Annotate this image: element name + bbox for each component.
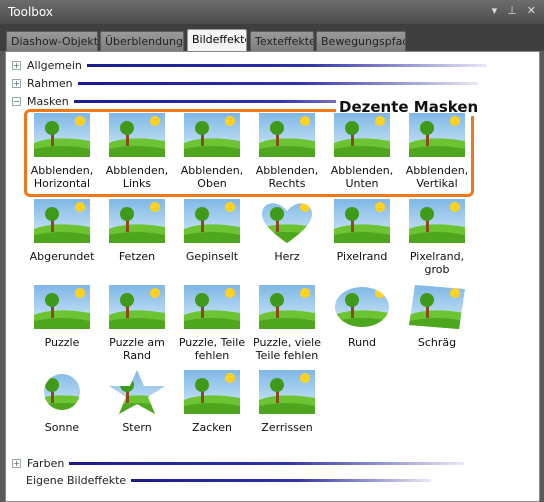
section-label: Eigene Bildeffekte [26,473,127,487]
brushed-thumb [184,199,240,243]
dropdown-icon[interactable]: ▾ [492,4,498,17]
tab-bildeffekte[interactable]: Bildeffekte [187,29,247,51]
tab-ueberblendungen[interactable]: Überblendungen [100,31,184,51]
mask-label: Stern [122,421,152,434]
mask-item[interactable]: Gepinselt [174,199,250,263]
mask-label: Puzzle [44,336,80,349]
mask-item[interactable]: Abblenden, Unten [324,113,400,190]
mask-label: Abblenden, Vertikal [405,164,469,190]
tab-bewegungspfade[interactable]: Bewegungspfade [316,31,406,51]
mask-item[interactable]: Puzzle, Teile fehlen [174,285,250,362]
mask-label: Rund [347,336,377,349]
shreds-thumb [109,199,165,243]
slanted-thumb [409,285,465,329]
mask-item[interactable]: Puzzle [24,285,100,349]
fade-horizontal-thumb [34,113,90,157]
mask-item[interactable]: Puzzle am Rand [99,285,175,362]
close-icon[interactable]: ✕ [527,4,536,17]
fade-right-thumb [259,113,315,157]
mask-label: Abblenden, Links [105,164,169,190]
tab-diashow-objekte[interactable]: Diashow-Objekte [6,31,98,51]
tab-strip: Diashow-Objekte Überblendungen Bildeffek… [0,24,544,51]
fade-top-thumb [184,113,240,157]
mask-item[interactable]: Schräg [399,285,475,349]
star-thumb [109,370,165,414]
pixel-edge-coarse-thumb [409,199,465,243]
window-controls: ▾ ⊥ ✕ [492,4,536,17]
mask-item[interactable]: Puzzle, viele Teile fehlen [249,285,325,362]
heart-thumb [262,203,312,243]
mask-label: Abblenden, Rechts [255,164,319,190]
toolbox-titlebar: Toolbox ▾ ⊥ ✕ [0,0,544,24]
round-thumb [335,287,389,327]
tab-texteffekte[interactable]: Texteffekte [250,31,314,51]
section-label: Masken [27,94,69,108]
mask-item[interactable]: Fetzen [99,199,175,263]
mask-item[interactable]: Stern [99,370,175,434]
jagged-thumb [184,370,240,414]
pixel-edge-thumb [334,199,390,243]
mask-label: Pixelrand, grob [409,250,465,276]
mask-item[interactable]: Rund [324,285,400,349]
mask-label: Zacken [191,421,233,434]
puzzle-edge-thumb [109,285,165,329]
section-allgemein[interactable]: + Allgemein [12,58,487,72]
pin-icon[interactable]: ⊥ [507,4,517,17]
section-divider [77,81,478,85]
effects-panel: + Allgemein + Rahmen − Masken Dezente Ma… [5,51,540,502]
section-label: Allgemein [27,58,82,72]
mask-label: Gepinselt [185,250,239,263]
mask-label: Abblenden, Horizontal [30,164,94,190]
mask-item[interactable]: Abblenden, Rechts [249,113,325,190]
mask-label: Abblenden, Unten [330,164,394,190]
mask-label: Zerrissen [261,421,313,434]
mask-item[interactable]: Herz [249,199,325,263]
torn-thumb [259,370,315,414]
section-divider [69,461,465,465]
collapse-icon[interactable]: − [12,96,21,106]
sun-thumb [44,374,80,410]
section-divider [86,63,487,67]
mask-label: Puzzle am Rand [109,336,165,362]
section-rahmen[interactable]: + Rahmen [12,76,478,90]
puzzle-missing-thumb [184,285,240,329]
expand-icon[interactable]: + [12,458,21,468]
expand-icon[interactable]: + [12,78,21,88]
mask-item[interactable]: Abblenden, Oben [174,113,250,190]
window-title: Toolbox [8,5,53,19]
puzzle-many-missing-thumb [259,285,315,329]
mask-item[interactable]: Zacken [174,370,250,434]
section-label: Rahmen [27,76,73,90]
mask-item[interactable]: Abblenden, Links [99,113,175,190]
mask-label: Pixelrand [336,250,388,263]
puzzle-thumb [34,285,90,329]
fade-bottom-thumb [334,113,390,157]
mask-item[interactable]: Pixelrand [324,199,400,263]
mask-item[interactable]: Zerrissen [249,370,325,434]
mask-item[interactable]: Abblenden, Vertikal [399,113,475,190]
mask-item[interactable]: Abblenden, Horizontal [24,113,100,190]
rounded-thumb [34,199,90,243]
section-farben[interactable]: + Farben [12,456,465,470]
mask-item[interactable]: Abgerundet [24,199,100,263]
mask-item[interactable]: Pixelrand, grob [399,199,475,276]
mask-label: Herz [274,250,300,263]
mask-label: Schräg [417,336,457,349]
mask-label: Abblenden, Oben [180,164,244,190]
mask-label: Fetzen [118,250,156,263]
section-eigene-bildeffekte[interactable]: Eigene Bildeffekte [26,473,432,487]
section-label: Farben [27,456,65,470]
section-divider [131,478,432,482]
mask-label: Puzzle, Teile fehlen [178,336,246,362]
fade-vertical-thumb [409,113,465,157]
mask-label: Abgerundet [29,250,95,263]
mask-label: Sonne [44,421,80,434]
fade-left-thumb [109,113,165,157]
expand-icon[interactable]: + [12,60,21,70]
mask-label: Puzzle, viele Teile fehlen [253,336,321,362]
mask-item[interactable]: Sonne [24,370,100,434]
